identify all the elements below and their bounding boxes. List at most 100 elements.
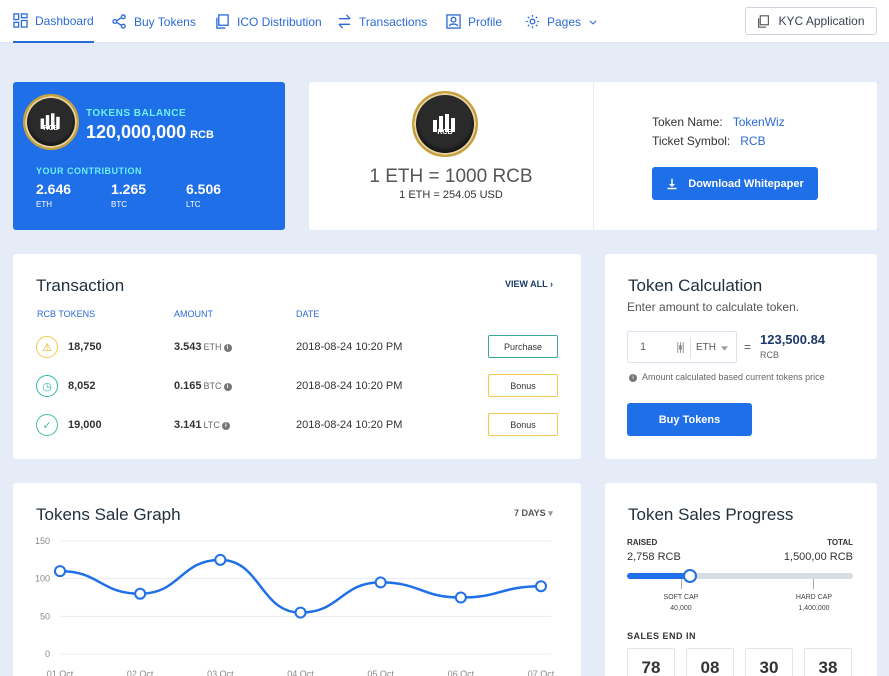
purchase-button[interactable]: Purchase [488, 335, 558, 358]
caret-down-icon [721, 346, 728, 351]
calculated-result-unit: RCB [760, 350, 780, 360]
hard-cap-label: HARD CAP [795, 594, 833, 601]
top-navigation: Dashboard Buy Tokens ICO Distribution Tr… [0, 0, 889, 43]
user-icon [446, 14, 461, 29]
clock-icon: ◷ [36, 375, 58, 397]
ticket-symbol-value: RCB [740, 134, 766, 148]
row-tokens: 19,000 [68, 419, 102, 431]
tokens-balance-title: TOKENS BALANCE [86, 108, 187, 119]
nav-buy-tokens-label: Buy Tokens [134, 14, 196, 29]
x-tick-label: 04 Oct [287, 669, 314, 676]
bonus-button[interactable]: Bonus [488, 374, 558, 397]
eth-usd-rate: 1 ETH = 254.05 USD [399, 189, 503, 201]
nav-transactions[interactable]: Transactions [337, 0, 427, 43]
row-date: 2018-08-24 10:20 PM [296, 341, 403, 353]
contribution-unit: LTC [186, 200, 201, 209]
row-date: 2018-08-24 10:20 PM [296, 419, 403, 431]
line-chart: 0 50 100 150 01 Oct 02 Oct 03 Oct 04 Oct 05 Oct 0… [35, 536, 555, 676]
nav-pages-label: Pages [547, 14, 582, 29]
ticket-symbol-label: Ticket Symbol: [652, 134, 731, 148]
x-tick-label: 02 Oct [127, 669, 154, 676]
progress-title: Token Sales Progress [628, 505, 794, 524]
gear-icon [525, 14, 540, 29]
divider [690, 338, 691, 358]
y-tick-label: 0 [45, 649, 50, 659]
row-amount: 0.165 BTC i [174, 380, 232, 392]
token-name-value: TokenWiz [732, 115, 785, 129]
data-point [374, 576, 387, 589]
table-row[interactable]: ◷ 8,052 0.165 BTC i 2018-08-24 10:20 PM Bo… [13, 373, 581, 412]
hard-cap-value: 1,400,000 [798, 605, 830, 612]
raised-label: RAISED [627, 538, 658, 547]
dashboard-icon [13, 13, 28, 28]
x-tick-label: 03 Oct [207, 669, 234, 676]
info-icon: i [223, 383, 232, 391]
data-point [535, 580, 547, 593]
column-header-amount: AMOUNT [174, 309, 213, 319]
soft-cap-value: 40,000 [670, 605, 692, 612]
nav-buy-tokens[interactable]: Buy Tokens [112, 0, 196, 43]
tokens-balance-amount: 120,000,000 [86, 122, 187, 142]
data-point [294, 606, 307, 619]
row-amount: 3.543 ETH i [174, 341, 232, 353]
table-row[interactable]: ⚠ 18,750 3.543 ETH i 2018-08-24 10:20 PM P… [13, 334, 581, 373]
column-header-date: DATE [296, 309, 320, 319]
contribution-value: 6.506 [186, 181, 222, 197]
info-icon: i [223, 344, 232, 352]
view-all-link[interactable]: VIEW ALL › [505, 279, 553, 289]
kyc-application-button[interactable]: KYC Application [745, 7, 877, 35]
transaction-title: Transaction [36, 276, 125, 295]
raised-value: 2,758 RCB [627, 551, 681, 563]
calculated-result: 123,500.84 [760, 332, 826, 347]
contribution-btc: 1.265 BTC [111, 181, 146, 209]
y-tick-label: 150 [35, 536, 50, 546]
contribution-value: 2.646 [36, 181, 72, 197]
download-whitepaper-button[interactable]: Download Whitepaper [652, 167, 818, 200]
amount-input[interactable]: 1 ETH [627, 331, 737, 363]
equals-sign: = [744, 340, 752, 354]
tokens-balance-unit: RCB [190, 129, 214, 141]
calculation-note-text: Amount calculated based current tokens p… [642, 372, 825, 382]
nav-profile[interactable]: Profile [446, 0, 502, 43]
kyc-application-label: KYC Application [778, 14, 865, 28]
rcb-coin-logo-large: RCB [412, 91, 478, 157]
info-icon: i [221, 422, 230, 430]
token-sales-progress-card: Token Sales Progress RAISED 2,758 RCB TO… [605, 483, 877, 676]
data-point [214, 553, 227, 566]
column-header-tokens: RCB TOKENS [37, 309, 96, 319]
calculation-subtitle: Enter amount to calculate token. [627, 300, 800, 314]
nav-ico-distribution-label: ICO Distribution [237, 14, 322, 29]
hard-cap-tick [813, 579, 814, 589]
countdown-days: 78 [627, 648, 675, 676]
currency-select[interactable]: ETH [696, 342, 716, 353]
nav-ico-distribution[interactable]: ICO Distribution [215, 0, 322, 43]
warning-icon: ⚠ [36, 336, 58, 358]
transaction-card: Transaction VIEW ALL › RCB TOKENS AMOUNT… [13, 254, 581, 459]
table-row[interactable]: ✓ 19,000 3.141 LTC i 2018-08-24 10:20 PM B… [13, 412, 581, 451]
nav-dashboard[interactable]: Dashboard [13, 0, 94, 43]
soft-cap-label: SOFT CAP [663, 594, 699, 601]
info-icon: i [629, 374, 637, 382]
bonus-button[interactable]: Bonus [488, 413, 558, 436]
download-whitepaper-label: Download Whitepaper [688, 177, 804, 190]
divider [593, 82, 594, 230]
contribution-title: YOUR CONTRIBUTION [36, 166, 142, 176]
total-value: 1,500,00 RCB [783, 551, 853, 563]
row-currency: ETH [203, 342, 222, 352]
y-tick-label: 100 [35, 574, 50, 584]
calculation-note: i Amount calculated based current tokens … [627, 372, 825, 382]
row-amount-value: 0.165 [174, 380, 202, 392]
total-label: TOTAL [827, 538, 853, 547]
contribution-eth: 2.646 ETH [36, 181, 71, 209]
eth-rcb-rate: 1 ETH = 1000 RCB [369, 166, 533, 187]
nav-transactions-label: Transactions [359, 14, 428, 29]
row-tokens: 18,750 [68, 341, 102, 353]
progress-knob[interactable] [683, 569, 698, 583]
countdown-hours: 08 [686, 648, 734, 676]
token-rate-card: RCB 1 ETH = 1000 RCB 1 ETH = 254.05 USD … [309, 82, 877, 230]
nav-pages[interactable]: Pages [525, 0, 598, 43]
x-tick-label: 07 Oct [528, 669, 555, 676]
buy-tokens-button[interactable]: Buy Tokens [627, 403, 752, 436]
contribution-unit: ETH [36, 200, 52, 209]
share-icon [112, 14, 126, 29]
